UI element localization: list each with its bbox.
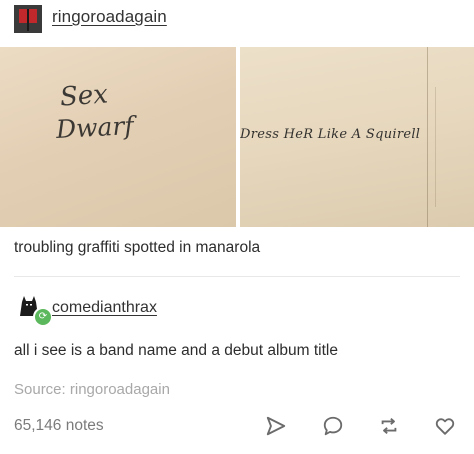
reblog-comment: all i see is a band name and a debut alb… (14, 342, 338, 359)
notes-count[interactable]: 65,146 notes (14, 417, 104, 435)
photo-graffiti-right[interactable]: Dress HeR Like A Squirell (240, 47, 474, 227)
divider (14, 276, 460, 277)
post-footer: 65,146 notes (0, 410, 474, 442)
like-button[interactable] (431, 412, 459, 440)
reblog-badge-icon: ⟳ (33, 307, 53, 327)
wall-crack (427, 47, 428, 227)
source-link[interactable]: Source: ringoroadagain (14, 381, 170, 398)
graffiti-text-line-2: Dwarf (55, 110, 135, 145)
photoset: Sex Dwarf Dress HeR Like A Squirell (0, 47, 474, 227)
reblog-button[interactable] (375, 412, 403, 440)
post-caption: troubling graffiti spotted in manarola (14, 239, 261, 256)
wall-crack (435, 87, 436, 207)
share-button[interactable] (262, 412, 290, 440)
post-header: ringoroadagain (0, 0, 474, 44)
photo-graffiti-left[interactable]: Sex Dwarf (0, 47, 236, 227)
graffiti-text-line: Dress HeR Like A Squirell (240, 127, 421, 142)
reblog-header: ⟳ comedianthrax (0, 286, 474, 327)
share-icon (266, 416, 286, 436)
reply-button[interactable] (319, 412, 347, 440)
post-author-username[interactable]: ringoroadagain (52, 7, 167, 27)
heart-icon (435, 418, 455, 435)
reblog-avatar[interactable]: ⟳ (16, 290, 53, 327)
reblog-author-username[interactable]: comedianthrax (52, 299, 157, 317)
reblog-icon (381, 417, 397, 435)
avatar[interactable] (14, 5, 42, 33)
graffiti-text-line-1: Sex (59, 79, 109, 113)
flag-pole (27, 9, 29, 31)
reply-icon (323, 416, 343, 436)
